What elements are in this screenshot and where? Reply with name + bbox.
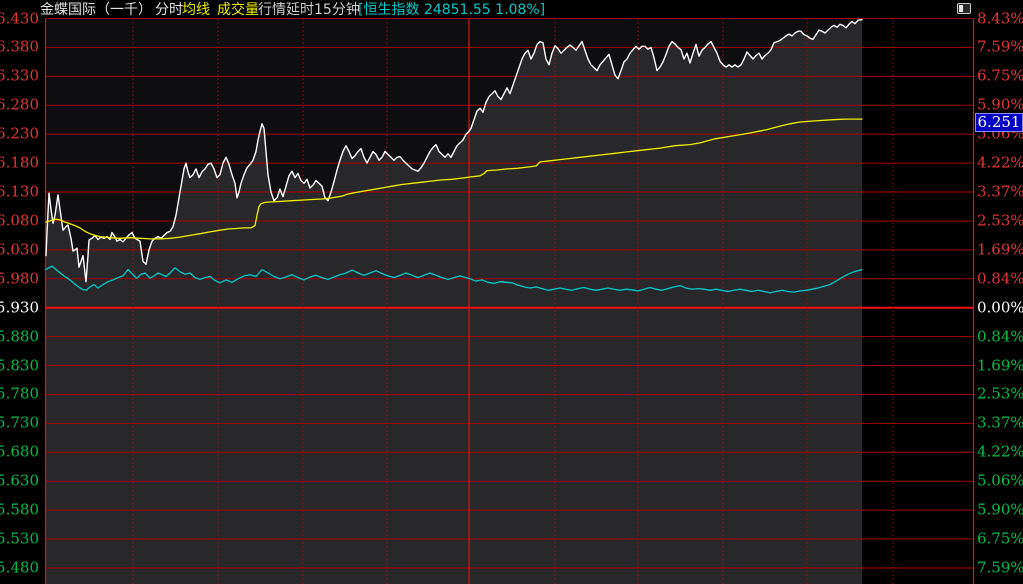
- percent-tick-label: 3.37%: [977, 185, 1023, 200]
- price-tick-label: 5.980: [0, 271, 39, 286]
- percent-tick-label: 6.75%: [977, 69, 1023, 84]
- percent-tick-label: 3.37%: [977, 416, 1023, 431]
- price-tick-label: 6.330: [0, 69, 39, 84]
- price-tick-label: 5.530: [0, 532, 39, 547]
- percent-tick-label: 6.75%: [977, 532, 1023, 547]
- stock-app-window: 金蝶国际（一千） 分时 均线 成交量 行情延时15分钟 [恒生指数 24851.…: [0, 0, 1023, 584]
- percent-tick-label: 2.53%: [977, 213, 1023, 228]
- price-tick-label: 6.030: [0, 242, 39, 257]
- percent-tick-label: 2.53%: [977, 387, 1023, 402]
- percent-tick-label: 7.59%: [977, 560, 1023, 575]
- percent-tick-label: 4.22%: [977, 445, 1023, 460]
- percent-axis: 8.43% 7.59% 6.75% 5.90% 5.06% 4.22% 3.37% 2.53%…: [977, 0, 1023, 584]
- percent-tick-label: 5.06%: [977, 474, 1023, 489]
- price-tick-label: 5.780: [0, 387, 39, 402]
- percent-tick-label: 8.43%: [977, 11, 1023, 26]
- panel-layout-icon[interactable]: [957, 3, 971, 14]
- price-axis: 6.430 6.380 6.330 6.280 6.230 6.180 6.130 6.080…: [0, 0, 41, 584]
- percent-tick-label: 0.84%: [977, 271, 1023, 286]
- percent-tick-label: 1.69%: [977, 358, 1023, 373]
- price-tick-label: 5.830: [0, 358, 39, 373]
- percent-tick-label: 0.84%: [977, 329, 1023, 344]
- intraday-chart[interactable]: [0, 0, 1023, 584]
- price-tick-label: 6.130: [0, 185, 39, 200]
- price-tick-label: 6.380: [0, 40, 39, 55]
- price-tick-label: 6.180: [0, 156, 39, 171]
- price-tick-label: 5.480: [0, 560, 39, 575]
- percent-tick-label: 1.69%: [977, 242, 1023, 257]
- price-tick-label: 5.930: [0, 300, 39, 315]
- percent-tick-label: 5.90%: [977, 503, 1023, 518]
- price-tick-label: 6.430: [0, 11, 39, 26]
- price-tick-label: 5.580: [0, 503, 39, 518]
- percent-tick-label: 0.00%: [977, 300, 1023, 315]
- price-tick-label: 6.080: [0, 213, 39, 228]
- percent-tick-label: 7.59%: [977, 40, 1023, 55]
- price-tick-label: 5.730: [0, 416, 39, 431]
- price-tick-label: 6.280: [0, 98, 39, 113]
- avg-price-badge: 6.251: [975, 113, 1023, 132]
- price-tick-label: 6.230: [0, 127, 39, 142]
- percent-tick-label: 5.90%: [977, 98, 1023, 113]
- percent-tick-label: 4.22%: [977, 156, 1023, 171]
- panel-layout-icon-pane: [959, 5, 963, 12]
- price-tick-label: 5.880: [0, 329, 39, 344]
- price-tick-label: 5.630: [0, 474, 39, 489]
- price-tick-label: 5.680: [0, 445, 39, 460]
